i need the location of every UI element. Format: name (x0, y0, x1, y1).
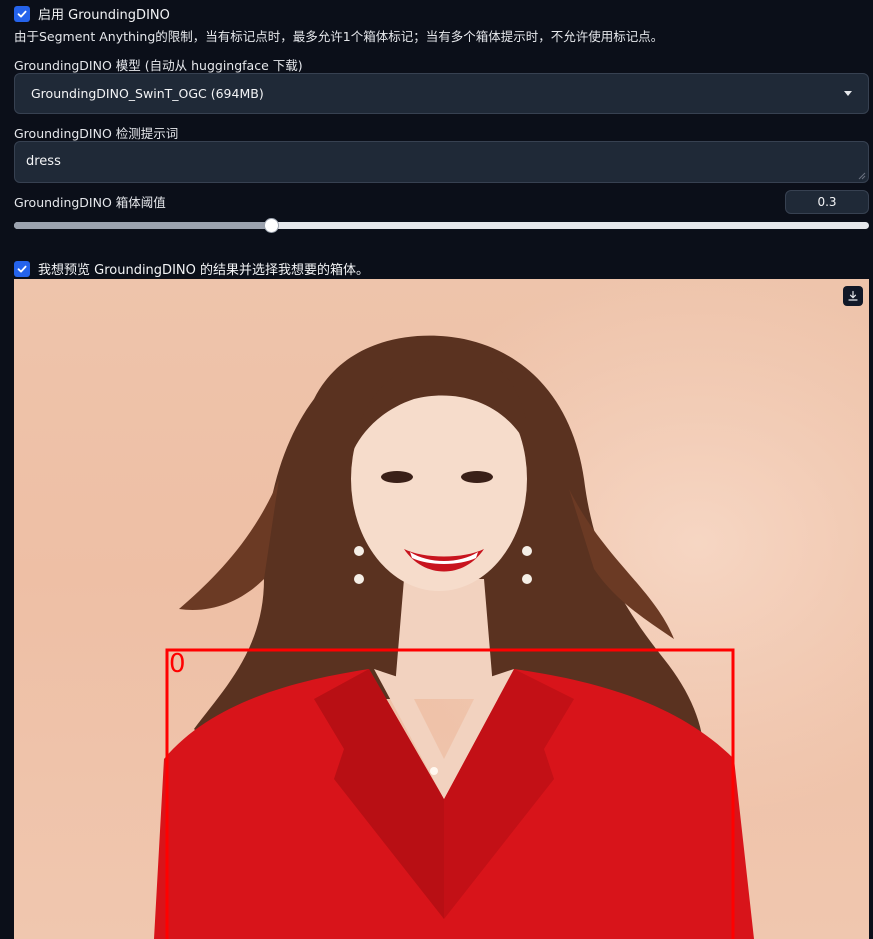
right-eye (461, 471, 493, 483)
threshold-label: GroundingDINO 箱体阈值 (14, 195, 166, 210)
portrait-illustration: 0 (154, 335, 754, 939)
enable-groundingdino-label: 启用 GroundingDINO (38, 8, 170, 23)
prompt-input[interactable]: dress (14, 141, 869, 183)
threshold-number-value: 0.3 (817, 195, 837, 209)
check-icon (17, 265, 27, 272)
left-earring (354, 546, 364, 556)
detection-box-index: 0 (169, 649, 186, 679)
neck (394, 579, 494, 699)
limit-note: 由于Segment Anything的限制，当有标记点时，最多允许1个箱体标记；… (14, 29, 664, 44)
threshold-slider-fill (14, 222, 271, 229)
preview-checkbox[interactable] (14, 260, 30, 277)
prompt-label: GroundingDINO 检测提示词 (14, 126, 179, 141)
download-button[interactable] (843, 286, 863, 306)
left-eye (381, 471, 413, 483)
download-icon (848, 290, 858, 301)
chevron-down-icon[interactable] (844, 91, 852, 96)
model-select[interactable]: GroundingDINO_SwinT_OGC (694MB) (14, 73, 869, 114)
left-earring-drop (354, 574, 364, 584)
resize-handle-icon[interactable] (858, 172, 866, 180)
check-icon (17, 10, 27, 17)
prompt-input-value: dress (26, 154, 61, 169)
right-earring (522, 546, 532, 556)
model-select-label: GroundingDINO 模型 (自动从 huggingface 下载) (14, 58, 303, 73)
model-select-value: GroundingDINO_SwinT_OGC (694MB) (31, 86, 264, 101)
preview-image[interactable]: 0 (14, 279, 869, 939)
threshold-slider[interactable] (14, 218, 869, 233)
enable-groundingdino-checkbox-row[interactable]: 启用 GroundingDINO (14, 4, 170, 23)
necklace-pendant (430, 767, 438, 775)
threshold-number-input[interactable]: 0.3 (785, 190, 869, 214)
enable-groundingdino-checkbox[interactable] (14, 5, 30, 22)
threshold-slider-thumb[interactable] (263, 218, 279, 233)
right-earring-drop (522, 574, 532, 584)
preview-checkbox-label: 我想预览 GroundingDINO 的结果并选择我想要的箱体。 (38, 263, 369, 278)
preview-checkbox-row[interactable]: 我想预览 GroundingDINO 的结果并选择我想要的箱体。 (14, 259, 369, 278)
